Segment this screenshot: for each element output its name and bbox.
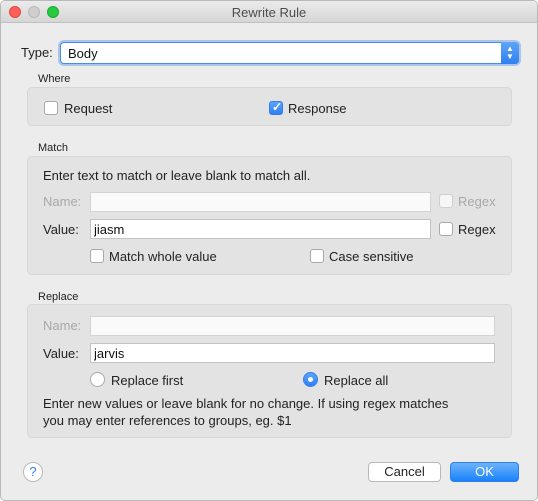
match-hint: Enter text to match or leave blank to ma…: [43, 168, 311, 183]
match-value-input[interactable]: [91, 220, 430, 238]
replace-value-label: Value:: [43, 346, 79, 361]
title-bar: Rewrite Rule: [1, 1, 537, 23]
where-section-title: Where: [38, 73, 71, 85]
type-select-value: Body: [68, 46, 98, 61]
replace-all-label: Replace all: [324, 373, 389, 388]
replace-name-input[interactable]: [91, 317, 494, 335]
request-checkbox[interactable]: [44, 101, 58, 115]
case-sensitive-checkbox[interactable]: [310, 249, 324, 263]
response-label: Response: [288, 101, 347, 116]
checkmark-icon: ✓: [272, 100, 283, 114]
help-button[interactable]: ?: [23, 462, 43, 482]
type-select[interactable]: Body ▲ ▼: [60, 42, 519, 64]
match-value-label: Value:: [43, 222, 79, 237]
match-whole-value-label: Match whole value: [109, 249, 217, 264]
match-name-input[interactable]: [91, 193, 430, 211]
ok-button[interactable]: OK: [450, 462, 519, 482]
replace-section-title: Replace: [38, 291, 79, 303]
replace-name-field[interactable]: [90, 316, 495, 336]
match-name-label: Name:: [43, 194, 82, 209]
replace-box: Name: Value: Replace first Replace all E…: [27, 304, 512, 438]
window-title: Rewrite Rule: [231, 5, 307, 20]
match-section-title: Match: [38, 142, 68, 154]
match-name-field[interactable]: [90, 192, 431, 212]
replace-first-label: Replace first: [111, 373, 184, 388]
type-label: Type:: [21, 45, 53, 60]
replace-value-input[interactable]: [91, 344, 494, 362]
match-whole-value-checkbox[interactable]: [90, 249, 104, 263]
replace-hint-line2: you may enter references to groups, eg. …: [43, 413, 292, 428]
replace-first-radio[interactable]: [90, 372, 105, 387]
where-box: Request ✓ Response: [27, 87, 512, 126]
replace-hint-line1: Enter new values or leave blank for no c…: [43, 396, 449, 411]
match-name-regex-checkbox[interactable]: [439, 194, 453, 208]
match-value-regex-label: Regex: [458, 222, 496, 237]
radio-dot-icon: [308, 377, 313, 382]
response-checkbox[interactable]: ✓: [269, 100, 283, 115]
chevron-updown-icon: ▲ ▼: [501, 42, 519, 64]
match-name-regex-label: Regex: [458, 194, 496, 209]
replace-name-label: Name:: [43, 318, 82, 333]
cancel-button[interactable]: Cancel: [368, 462, 441, 482]
rewrite-rule-dialog: Rewrite Rule Type: Body ▲ ▼ Where Request…: [0, 0, 538, 501]
match-value-field[interactable]: [90, 219, 431, 239]
match-box: Enter text to match or leave blank to ma…: [27, 156, 512, 275]
replace-value-field[interactable]: [90, 343, 495, 363]
request-label: Request: [64, 101, 113, 116]
case-sensitive-label: Case sensitive: [329, 249, 414, 264]
match-value-regex-checkbox[interactable]: [439, 222, 453, 236]
replace-all-radio[interactable]: [303, 372, 318, 387]
